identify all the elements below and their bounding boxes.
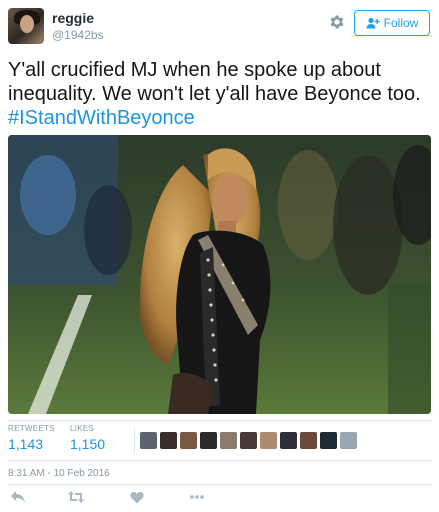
liker-avatar[interactable] bbox=[240, 432, 257, 449]
gear-icon[interactable] bbox=[328, 13, 346, 31]
liker-avatars bbox=[140, 432, 357, 449]
liker-avatar[interactable] bbox=[180, 432, 197, 449]
like-stat[interactable]: LIKES 1,150 bbox=[70, 424, 105, 452]
follow-button-label: Follow bbox=[383, 16, 419, 30]
liker-avatar[interactable] bbox=[140, 432, 157, 449]
liker-avatar[interactable] bbox=[340, 432, 357, 449]
tweet-actions bbox=[0, 486, 439, 512]
liker-avatar[interactable] bbox=[200, 432, 217, 449]
avatar[interactable] bbox=[8, 8, 44, 44]
heart-icon[interactable] bbox=[126, 486, 148, 508]
follow-button[interactable]: Follow bbox=[354, 10, 430, 36]
more-icon[interactable] bbox=[186, 486, 208, 508]
performer-photo bbox=[8, 135, 431, 414]
liker-avatar[interactable] bbox=[280, 432, 297, 449]
liker-avatar[interactable] bbox=[320, 432, 337, 449]
liker-avatar[interactable] bbox=[300, 432, 317, 449]
retweets-label: RETWEETS bbox=[8, 424, 55, 433]
retweet-stat[interactable]: RETWEETS 1,143 bbox=[8, 424, 55, 452]
add-user-icon bbox=[366, 17, 380, 29]
retweet-icon[interactable] bbox=[65, 486, 87, 508]
user-handle[interactable]: @1942bs bbox=[52, 28, 104, 42]
tweet-timestamp[interactable]: 8:31 AM - 10 Feb 2016 bbox=[8, 468, 110, 479]
liker-avatar[interactable] bbox=[160, 432, 177, 449]
stats-divider bbox=[134, 428, 135, 454]
liker-avatar[interactable] bbox=[260, 432, 277, 449]
retweets-count: 1,143 bbox=[8, 436, 44, 452]
user-name[interactable]: reggie bbox=[52, 10, 94, 26]
tweet-header: reggie @1942bs Follow bbox=[0, 0, 439, 54]
tweet-body: Y'all crucified MJ when he spoke up abou… bbox=[8, 59, 421, 105]
likes-count: 1,150 bbox=[70, 436, 106, 452]
divider-top bbox=[8, 420, 431, 421]
tweet-photo[interactable] bbox=[8, 135, 431, 414]
divider-middle bbox=[8, 460, 431, 461]
hashtag-link[interactable]: #IStandWithBeyonce bbox=[8, 106, 432, 130]
likes-label: LIKES bbox=[70, 424, 95, 433]
reply-icon[interactable] bbox=[7, 486, 29, 508]
tweet-text: Y'all crucified MJ when he spoke up abou… bbox=[8, 58, 432, 130]
liker-avatar[interactable] bbox=[220, 432, 237, 449]
divider-bottom bbox=[8, 484, 431, 485]
